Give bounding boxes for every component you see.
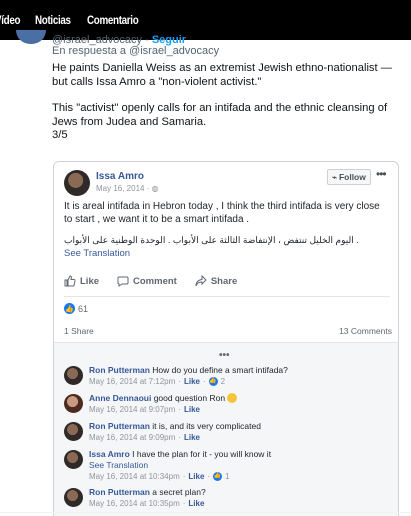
comment-text: a secret plan?	[149, 487, 206, 497]
fb-comment-label: Comment	[133, 275, 177, 287]
comment-see-translation: See Translation	[89, 460, 149, 470]
comment-bubble-icon	[117, 276, 129, 287]
comment-body: Issa Amro I have the plan for it - you w…	[89, 449, 389, 482]
comment-meta: May 16, 2014 at 10:35pm · Like	[89, 499, 205, 508]
avatar[interactable]	[16, 30, 46, 44]
comment-author: Anne Dennaoui	[89, 393, 152, 403]
avatar	[64, 366, 83, 385]
comment-time: May 16, 2014 at 10:35pm	[89, 499, 180, 508]
comment-like-link: Like	[188, 499, 205, 508]
comment-body: Ron Putterman it is, and its very compli…	[89, 421, 389, 443]
divider	[64, 296, 390, 297]
fb-comments-section: ••• Ron Putterman How do you define a sm…	[54, 343, 398, 516]
more-comments-icon: •••	[219, 350, 230, 361]
fb-like-label: Like	[80, 275, 100, 287]
divider	[0, 512, 411, 513]
comment-meta: May 16, 2014 at 7:12pm · Like · 👍 2	[89, 377, 226, 386]
fb-share-label: Share	[210, 275, 238, 287]
tweet-text: He paints Daniella Weiss as an extremist…	[52, 62, 397, 143]
thumbs-up-icon	[64, 275, 76, 287]
like-reaction-icon: 👍	[208, 377, 218, 386]
fb-like-action: Like	[64, 275, 99, 287]
fb-author-name: Issa Amro	[96, 171, 144, 182]
comment-text: How do you define a smart intifada?	[149, 365, 288, 375]
more-options-icon: •••	[376, 167, 387, 181]
comment-like-count: 2	[220, 377, 226, 386]
like-reaction-icon: 👍	[213, 472, 223, 481]
comment-body: Ron Putterman a secret plan? May 16, 201…	[89, 487, 389, 509]
tweet: @israel_advocacy · Seguir En respuesta a…	[0, 30, 411, 516]
fb-follow-button: ⌁ Follow	[327, 169, 371, 185]
like-reaction-icon: 👍	[64, 303, 75, 314]
tweet-paragraph-1: He paints Daniella Weiss as an extremist…	[52, 62, 392, 88]
comment-text-line: Ron Putterman How do you define a smart …	[89, 365, 389, 376]
avatar	[64, 488, 83, 507]
comment-text: I have the plan for it - you will know i…	[129, 449, 272, 459]
fb-post-date: May 16, 2014 · ◍	[96, 184, 159, 193]
see-translation-link: See Translation	[64, 248, 131, 259]
avatar	[64, 422, 83, 441]
rss-icon: ⌁	[332, 172, 337, 182]
comment-body: Ron Putterman How do you define a smart …	[89, 365, 389, 387]
comment-author: Issa Amro	[89, 449, 130, 459]
comment-text-line: Ron Putterman a secret plan?	[89, 487, 389, 498]
comment-meta: May 16, 2014 at 10:34pm · Like · 👍 1	[89, 472, 230, 481]
comment-like-link: Like	[188, 472, 205, 481]
comment-text-line: Issa Amro I have the plan for it - you w…	[89, 449, 389, 460]
fb-action-bar: Like Comment Share	[64, 275, 237, 287]
comment-time: May 16, 2014 at 9:07pm	[89, 405, 176, 414]
smiley-emoji-icon	[227, 393, 238, 403]
fb-share-action: Share	[195, 275, 237, 287]
nav-item-video[interactable]: Vídeo	[0, 13, 20, 27]
nav-item-comentario[interactable]: Comentario	[87, 13, 139, 27]
comment-author: Ron Putterman	[89, 487, 150, 497]
fb-date-text: May 16, 2014 ·	[96, 184, 152, 193]
comment-time: May 16, 2014 at 7:12pm	[89, 377, 176, 386]
comment-text-line: Anne Dennaoui good question Ron	[89, 393, 389, 404]
comment-author: Ron Putterman	[89, 365, 150, 375]
fb-likes-count: 61	[78, 303, 89, 314]
avatar	[64, 450, 83, 469]
fb-comments-count: 13 Comments	[339, 326, 392, 336]
comment-time: May 16, 2014 at 9:09pm	[89, 433, 176, 442]
reply-to-label[interactable]: En respuesta a @israel_advocacy	[52, 45, 219, 57]
comment-like-count: 1	[225, 472, 230, 481]
comment-text-line: Ron Putterman it is, and its very compli…	[89, 421, 389, 432]
comment-like-link: Like	[183, 433, 200, 442]
comment-body: Anne Dennaoui good question Ron May 16, …	[89, 393, 389, 415]
fb-post-arabic: اليوم الخليل تنتفض ، الإنتفاضة الثالثة ع…	[64, 235, 359, 245]
thread-counter: 3/5	[52, 129, 68, 142]
fb-follow-label: Follow	[338, 172, 366, 182]
fb-likes-summary: 👍 61	[64, 303, 88, 314]
comment-text: good question Ron	[151, 393, 228, 403]
nav-item-noticias[interactable]: Noticias	[35, 13, 71, 27]
fb-comment-action: Comment	[117, 275, 177, 287]
facebook-post-screenshot[interactable]: Issa Amro May 16, 2014 · ◍ ⌁ Follow ••• …	[53, 161, 399, 516]
comment-like-link: Like	[183, 405, 200, 414]
comment-time: May 16, 2014 at 10:34pm	[89, 472, 180, 481]
comment-like-link: Like	[183, 377, 200, 386]
comment-meta: May 16, 2014 at 9:07pm · Like	[89, 405, 200, 414]
fb-post-text: It is areal intifada in Hebron today , I…	[64, 201, 380, 225]
globe-icon: ◍	[151, 184, 159, 193]
fb-shares-count: 1 Share	[64, 326, 94, 336]
comment-author: Ron Putterman	[89, 421, 150, 431]
fb-share-summary: 1 Share 13 Comments	[64, 326, 392, 336]
fb-author-avatar	[64, 170, 90, 196]
comment-meta: May 16, 2014 at 9:09pm · Like	[89, 433, 200, 442]
comment-text: it is, and its very complicated	[149, 421, 261, 431]
share-arrow-icon	[195, 275, 207, 287]
tweet-paragraph-2: This "activist" openly calls for an inti…	[52, 102, 388, 128]
avatar	[64, 394, 83, 413]
